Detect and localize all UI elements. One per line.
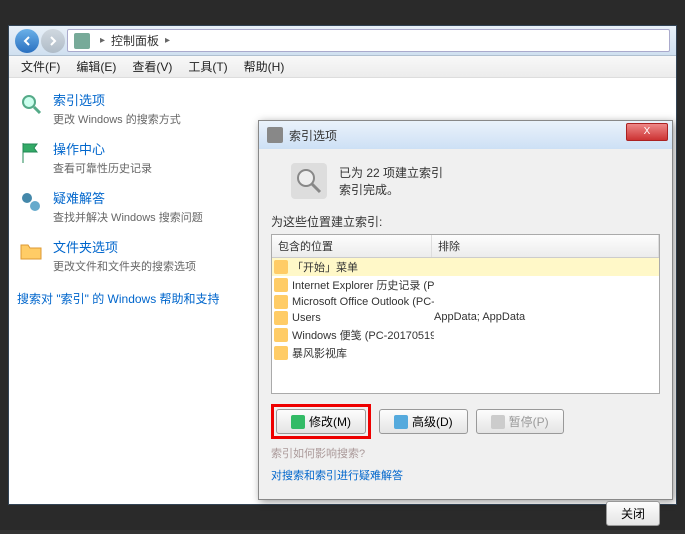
row-name: 暴风影视库 xyxy=(292,345,347,361)
table-row[interactable]: 「开始」菜单 xyxy=(272,258,659,276)
why-link[interactable]: 索引如何影响搜索? xyxy=(271,448,365,460)
pause-button[interactable]: 暂停(P) xyxy=(476,409,564,434)
menubar: 文件(F) 编辑(E) 查看(V) 工具(T) 帮助(H) xyxy=(9,56,676,78)
flag-icon xyxy=(17,139,45,167)
breadcrumb-sep2: ▸ xyxy=(165,35,170,46)
close-button[interactable]: 关闭 xyxy=(606,501,660,526)
folder-icon xyxy=(17,237,45,265)
shield-icon xyxy=(491,415,505,429)
table-row[interactable]: 暴风影视库 xyxy=(272,344,659,362)
dialog-title: 索引选项 xyxy=(289,127,337,144)
advanced-label: 高级(D) xyxy=(412,413,453,430)
cp-sub: 更改文件和文件夹的搜索选项 xyxy=(53,258,196,274)
menu-view[interactable]: 查看(V) xyxy=(124,58,180,75)
cp-sub: 更改 Windows 的搜索方式 xyxy=(53,111,181,127)
row-exclude xyxy=(434,295,657,309)
indexing-options-dialog: 索引选项 X 已为 22 项建立索引 索引完成。 为这些位置建立索引: 包含的位… xyxy=(258,120,673,500)
advanced-button[interactable]: 高级(D) xyxy=(379,409,468,434)
status-count: 已为 22 项建立索引 xyxy=(339,164,443,181)
menu-help[interactable]: 帮助(H) xyxy=(236,58,293,75)
gears-icon xyxy=(17,188,45,216)
breadcrumb-label: 控制面板 xyxy=(111,32,159,49)
folder-icon xyxy=(274,311,288,325)
table-row[interactable]: Internet Explorer 历史记录 (PC-... xyxy=(272,276,659,294)
address-bar[interactable]: ▸ 控制面板 ▸ xyxy=(67,29,670,52)
row-name: Users xyxy=(292,312,321,324)
locations-label: 为这些位置建立索引: xyxy=(271,213,660,230)
pause-label: 暂停(P) xyxy=(509,413,549,430)
cp-sub: 查找并解决 Windows 搜索问题 xyxy=(53,209,203,225)
row-exclude xyxy=(434,345,657,361)
modify-button[interactable]: 修改(M) xyxy=(276,409,366,434)
menu-tools[interactable]: 工具(T) xyxy=(180,58,235,75)
close-icon[interactable]: X xyxy=(626,123,668,141)
folder-icon xyxy=(274,346,288,360)
modify-highlight: 修改(M) xyxy=(271,404,371,439)
folder-icon xyxy=(274,328,288,342)
shield-icon xyxy=(394,415,408,429)
locations-table: 包含的位置 排除 「开始」菜单 Internet Explorer 历史记录 (P… xyxy=(271,234,660,394)
row-exclude xyxy=(434,327,657,343)
troubleshoot-link[interactable]: 对搜索和索引进行疑难解答 xyxy=(271,470,403,482)
table-row[interactable]: Microsoft Office Outlook (PC-20... xyxy=(272,294,659,310)
modify-label: 修改(M) xyxy=(309,413,351,430)
cp-title[interactable]: 疑难解答 xyxy=(53,188,203,207)
magnifier-icon xyxy=(17,90,45,118)
cp-title[interactable]: 操作中心 xyxy=(53,139,152,158)
dialog-icon xyxy=(267,127,283,143)
row-name: Microsoft Office Outlook (PC-20... xyxy=(292,296,434,308)
cp-title[interactable]: 索引选项 xyxy=(53,90,181,109)
menu-edit[interactable]: 编辑(E) xyxy=(68,58,124,75)
col-exclude[interactable]: 排除 xyxy=(432,235,659,257)
col-included[interactable]: 包含的位置 xyxy=(272,235,432,257)
folder-icon xyxy=(274,260,288,274)
row-exclude xyxy=(434,277,657,293)
table-row[interactable]: Users AppData; AppData xyxy=(272,310,659,326)
row-exclude: AppData; AppData xyxy=(434,311,657,325)
breadcrumb-sep: ▸ xyxy=(100,35,105,46)
back-button[interactable] xyxy=(15,29,39,53)
row-name: Windows 便笺 (PC-20170519GVHL\A... xyxy=(292,327,434,343)
control-panel-icon xyxy=(74,33,90,49)
menu-file[interactable]: 文件(F) xyxy=(13,58,68,75)
row-name: 「开始」菜单 xyxy=(292,259,358,275)
folder-icon xyxy=(274,278,288,292)
dialog-titlebar: 索引选项 X xyxy=(259,121,672,149)
status-complete: 索引完成。 xyxy=(339,181,443,198)
row-name: Internet Explorer 历史记录 (PC-... xyxy=(292,277,434,293)
forward-button[interactable] xyxy=(41,29,65,53)
dialog-body: 已为 22 项建立索引 索引完成。 为这些位置建立索引: 包含的位置 排除 「开… xyxy=(259,149,672,534)
table-row[interactable]: Windows 便笺 (PC-20170519GVHL\A... xyxy=(272,326,659,344)
titlebar: ▸ 控制面板 ▸ xyxy=(9,26,676,56)
folder-icon xyxy=(274,295,288,309)
row-exclude xyxy=(434,259,657,275)
index-status-icon xyxy=(291,163,327,199)
table-header: 包含的位置 排除 xyxy=(272,235,659,258)
cp-title[interactable]: 文件夹选项 xyxy=(53,237,196,256)
cp-sub: 查看可靠性历史记录 xyxy=(53,160,152,176)
shield-icon xyxy=(291,415,305,429)
